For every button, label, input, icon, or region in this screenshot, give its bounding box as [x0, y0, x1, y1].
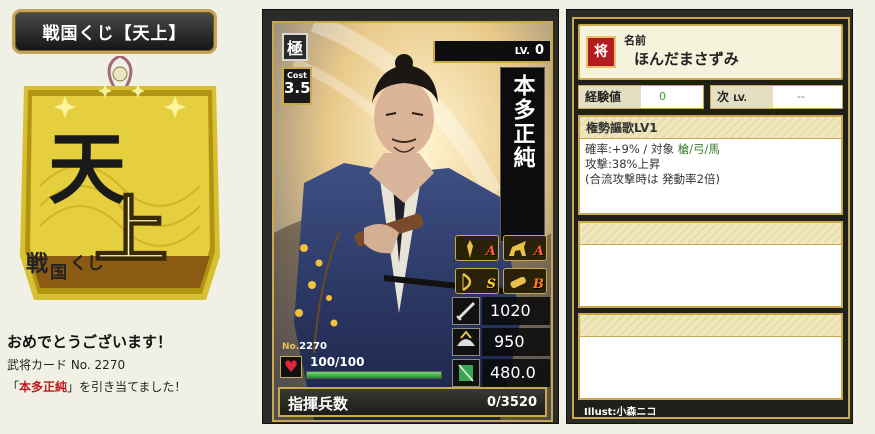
- hp-gauge: ♥ 100/100: [280, 354, 446, 380]
- name-card: 将 名前 ほんだまさずみ: [578, 24, 843, 80]
- next-lv-label: LV.: [733, 94, 747, 104]
- spear-skill-icon: A: [455, 235, 499, 261]
- speed-stat: 480.0: [452, 359, 551, 387]
- next-level-label: 次 LV.: [711, 86, 773, 108]
- hp-bar-fill: [307, 372, 441, 378]
- ticket-brand-a: 戦: [26, 251, 49, 277]
- next-label: 次: [717, 90, 730, 104]
- siege-skill-icon: B: [503, 268, 547, 294]
- lottery-title: 戦国くじ【天上】: [42, 24, 187, 44]
- card-number-line: 武将カード No. 2270: [7, 358, 126, 372]
- skill-slot-2-header: [580, 223, 841, 245]
- command-troops-value: 0/3520: [487, 395, 537, 410]
- spear-rank: A: [485, 244, 496, 259]
- ticket-brand-b: 国: [50, 263, 67, 283]
- hp-text: 100/100: [310, 355, 365, 369]
- experience-value: 0: [659, 90, 666, 103]
- level-label: LV.: [514, 46, 530, 57]
- general-name-vertical: 本多正純: [500, 67, 545, 242]
- hp-bar: [306, 371, 442, 379]
- cost-value: 3.5: [284, 79, 311, 97]
- cost-badge: Cost 3.5: [282, 67, 312, 105]
- cavalry-rank: A: [533, 244, 544, 259]
- rarity-badge: 極: [282, 33, 308, 61]
- illustrator-credit: Illust:小森ニコ: [584, 407, 657, 418]
- speed-value: 480.0: [482, 359, 550, 387]
- attack-stat: 1020: [452, 297, 551, 325]
- cavalry-skill-icon: A: [503, 235, 547, 261]
- scroll-icon: [452, 359, 480, 387]
- skill-line-1-a: 確率:+9% / 対象: [585, 142, 678, 156]
- next-level-value: --: [797, 90, 805, 103]
- next-level-row: 次 LV. --: [710, 85, 843, 109]
- skill-target-types: 槍/弓/馬: [677, 142, 720, 156]
- general-info-panel: 将 名前 ほんだまさずみ 経験値 0 次 LV. -- 権勢謳歌LV1 確率:+…: [566, 9, 853, 424]
- defense-stat: 950: [452, 328, 551, 356]
- siege-rank: B: [533, 277, 544, 292]
- heart-icon: ♥: [280, 356, 302, 378]
- general-card: 極 Cost 3.5 LV. 0 本多正純 A A S B 1020 950 4…: [272, 21, 553, 422]
- experience-label: 経験値: [579, 86, 641, 108]
- skill-panel-1: 権勢謳歌LV1 確率:+9% / 対象 槍/弓/馬 攻撃:38%上昇 (合流攻撃…: [578, 115, 843, 215]
- skill-slot-3-header: [580, 315, 841, 337]
- skill-panel-3: [578, 313, 843, 400]
- card-number: No.2270: [282, 341, 327, 352]
- command-troops-bar: 指揮兵数 0/3520: [278, 387, 547, 417]
- skill-title: 権勢謳歌LV1: [580, 117, 841, 139]
- draw-prefix: 「: [7, 380, 20, 394]
- card-number-value: 2270: [299, 341, 327, 352]
- ticket-brand-c: くじ: [70, 254, 104, 274]
- general-seal-icon: 将: [586, 36, 616, 68]
- defense-value: 950: [482, 328, 550, 356]
- lottery-title-banner: 戦国くじ【天上】: [12, 9, 217, 54]
- sword-icon: [452, 297, 480, 325]
- drawn-general-name: 本多正純: [19, 380, 68, 394]
- congrats-message: おめでとうございます！: [7, 333, 173, 351]
- helmet-icon: [452, 328, 480, 356]
- skill-line-2: 攻撃:38%上昇: [585, 157, 661, 171]
- skill-description: 確率:+9% / 対象 槍/弓/馬 攻撃:38%上昇 (合流攻撃時は 発動率2倍…: [580, 139, 841, 190]
- skill-panel-2: [578, 221, 843, 308]
- general-card-panel: 極 Cost 3.5 LV. 0 本多正純 A A S B 1020 950 4…: [262, 9, 559, 424]
- skill-line-1: 確率:+9% / 対象 槍/弓/馬: [585, 142, 836, 157]
- card-number-label: No.: [282, 342, 300, 352]
- bow-skill-icon: S: [455, 268, 499, 294]
- draw-result-line: 「本多正純」を引き当てました！: [7, 378, 186, 395]
- skill-line-3: (合流攻撃時は 発動率2倍): [585, 172, 720, 186]
- level-value: 0: [534, 43, 544, 58]
- ticket-char-bottom: 上: [94, 188, 168, 274]
- bow-rank: S: [486, 277, 496, 292]
- general-info-frame: 将 名前 ほんだまさずみ 経験値 0 次 LV. -- 権勢謳歌LV1 確率:+…: [572, 17, 850, 419]
- name-reading: ほんだまさずみ: [634, 50, 739, 68]
- lottery-ticket-image: 天 上 戦 国 くじ: [20, 56, 220, 300]
- name-label: 名前: [624, 34, 646, 47]
- attack-value: 1020: [482, 297, 550, 325]
- level-display: LV. 0: [433, 41, 550, 63]
- experience-row: 経験値 0: [578, 85, 704, 109]
- draw-suffix: 」を引き当てました！: [67, 380, 187, 394]
- command-troops-label: 指揮兵数: [288, 395, 349, 413]
